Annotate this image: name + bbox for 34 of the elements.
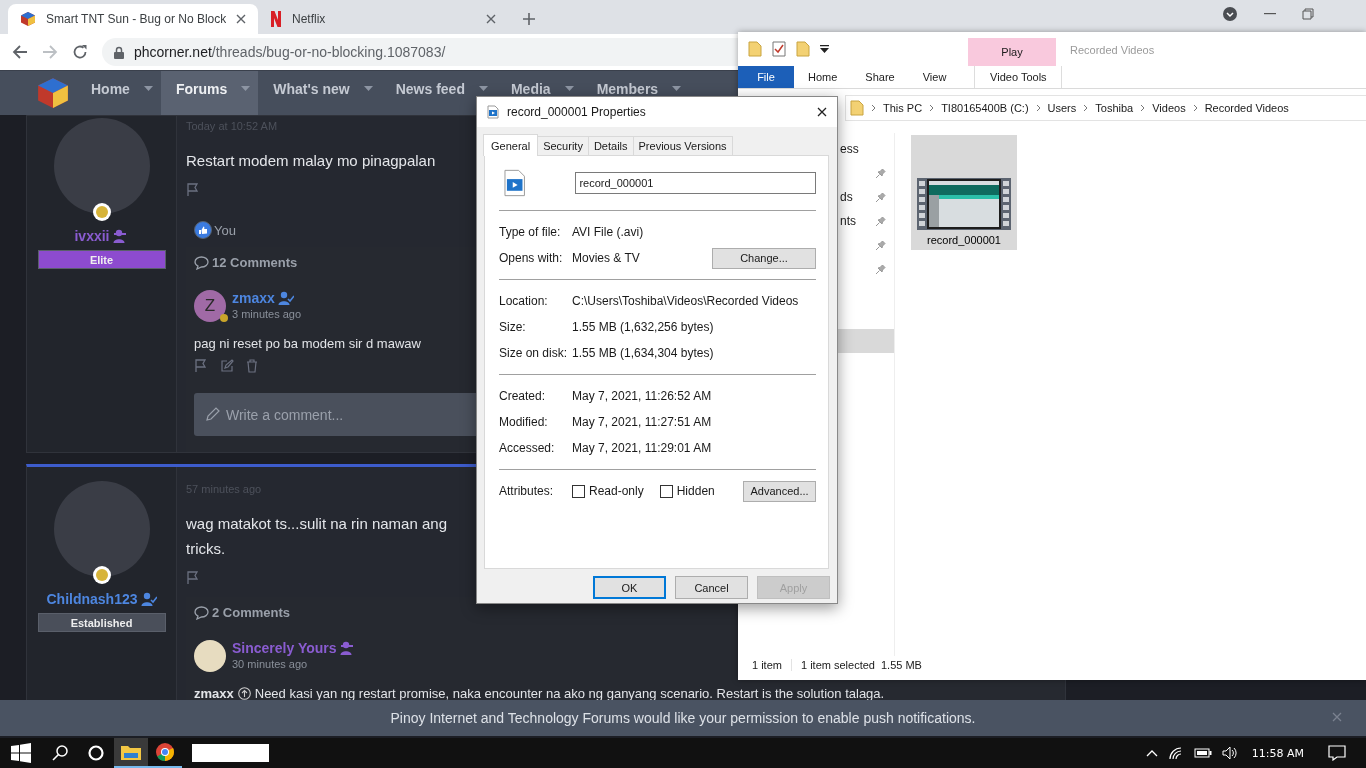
comment-time: 3 minutes ago xyxy=(232,308,302,320)
field-value: May 7, 2021, 11:27:51 AM xyxy=(572,415,713,429)
field-label: Location: xyxy=(499,294,549,308)
context-tab-header: Play xyxy=(968,38,1056,66)
notification-text: Pinoy Internet and Technology Forums would like your permission to enable push notifications. xyxy=(390,710,976,726)
rank-label: Elite xyxy=(37,250,166,269)
status-text: 1 item selected xyxy=(800,659,876,671)
post-text: wag matakot ts...sulit na rin naman ang xyxy=(186,514,447,534)
window-title: Recorded Videos xyxy=(1070,44,1155,56)
field-label: Type of file: xyxy=(499,225,562,239)
status-text: 1 item xyxy=(752,659,792,671)
field-label: Opens with: xyxy=(499,251,564,265)
comment-text: pag ni reset po ba modem sir d mawaw xyxy=(194,336,421,351)
rank-label: Established xyxy=(37,613,166,632)
post-text: Restart modem malay mo pinagpalan xyxy=(186,151,436,171)
field-value: May 7, 2021, 11:26:52 AM xyxy=(572,389,713,403)
field-label: Created: xyxy=(499,389,547,403)
field-value: 1.55 MB (1,632,256 bytes) xyxy=(572,320,715,334)
comment-time: 30 minutes ago xyxy=(232,658,309,670)
field-label: Attributes: xyxy=(499,484,555,498)
status-text: 1.55 MB xyxy=(880,659,923,671)
field-value: May 7, 2021, 11:29:01 AM xyxy=(572,441,713,455)
field-value: 1.55 MB (1,634,304 bytes) xyxy=(572,346,715,360)
field-value: Movies & TV xyxy=(572,251,641,265)
field-label: Size: xyxy=(499,320,527,334)
field-label: Size on disk: xyxy=(499,346,569,360)
post-text: tricks. xyxy=(186,539,226,559)
field-label: Accessed: xyxy=(499,441,556,455)
field-label: Modified: xyxy=(499,415,549,429)
file-name: record_000001 xyxy=(927,234,1001,246)
avatar: Z xyxy=(194,290,226,322)
dialog-title: record_000001 Properties xyxy=(507,105,647,119)
field-value: AVI File (.avi) xyxy=(572,225,645,239)
field-value: C:\Users\Toshiba\Videos\Recorded Videos xyxy=(572,294,800,308)
